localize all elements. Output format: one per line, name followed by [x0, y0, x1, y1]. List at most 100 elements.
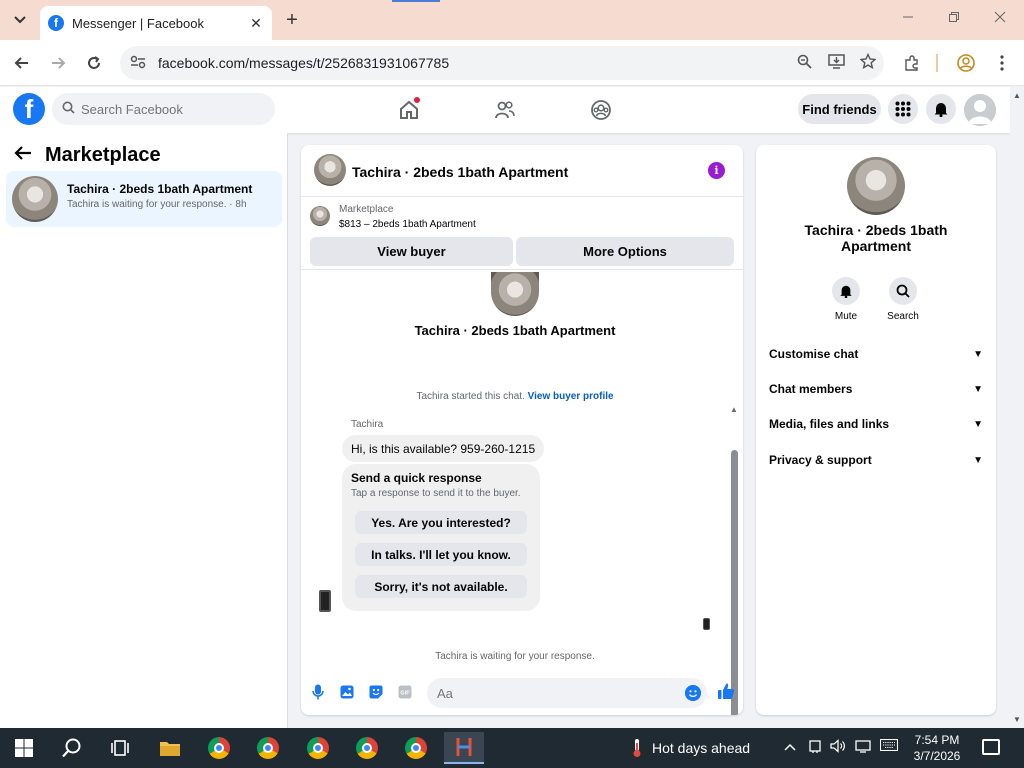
taskbar-clock[interactable]: 7:54 PM 3/7/2026 [904, 732, 970, 764]
browser-menu-icon[interactable] [990, 52, 1014, 74]
mute-button[interactable]: Mute [821, 277, 871, 322]
conversation-item[interactable]: Tachira · 2beds 1bath Apartment Tachira … [6, 171, 282, 227]
chat-header-name[interactable]: Tachira · 2beds 1bath Apartment [352, 164, 568, 180]
chevron-down-icon: ▼ [973, 454, 983, 466]
new-tab-button[interactable]: + [280, 8, 304, 32]
search-icon [62, 738, 81, 758]
install-app-icon[interactable] [820, 53, 852, 73]
back-button[interactable] [11, 52, 33, 74]
chat-header-avatar[interactable] [314, 154, 346, 186]
chevron-down-icon: ▼ [973, 348, 983, 360]
scroll-up-arrow-icon[interactable]: ▲ [1013, 91, 1021, 100]
network-adapter-icon[interactable] [808, 739, 822, 756]
view-buyer-profile-link[interactable]: View buyer profile [528, 391, 614, 402]
thumbs-up-icon[interactable] [717, 682, 735, 700]
tab-close-icon[interactable]: ✕ [248, 15, 264, 32]
chrome-taskbar-button-4[interactable] [347, 732, 387, 764]
weather-widget[interactable]: Hot days ahead [630, 738, 750, 758]
wifi-network-icon[interactable] [855, 739, 871, 756]
notification-center-icon[interactable] [982, 739, 1000, 755]
chat-members-section[interactable]: Chat members ▼ [769, 377, 983, 401]
taskbar-search-button[interactable] [52, 732, 92, 764]
scroll-up-arrow-icon[interactable]: ▲ [730, 405, 738, 414]
message-input-box[interactable] [427, 678, 707, 708]
quick-response-title: Send a quick response [351, 471, 482, 485]
sticker-icon[interactable] [368, 684, 384, 700]
windows-taskbar: Hot days ahead 7:54 PM 3/7/2026 [0, 728, 1024, 768]
notifications-button[interactable] [926, 94, 956, 124]
address-bar[interactable]: facebook.com/messages/t/2526831931067785 [120, 46, 884, 80]
mute-label: Mute [834, 311, 858, 322]
search-label: Search [887, 311, 919, 322]
nav-home[interactable] [396, 97, 422, 123]
back-arrow-icon[interactable] [14, 145, 32, 166]
browser-toolbar: facebook.com/messages/t/2526831931067785 [0, 40, 1024, 86]
more-options-button[interactable]: More Options [516, 237, 734, 266]
scroll-down-arrow-icon[interactable]: ▼ [1013, 715, 1021, 724]
search-conversation-button[interactable]: Search [878, 277, 928, 322]
clock-time: 7:54 PM [914, 733, 960, 747]
chevron-down-icon: ▼ [973, 383, 983, 395]
media-files-links-section[interactable]: Media, files and links ▼ [769, 412, 983, 436]
account-avatar[interactable] [964, 94, 996, 126]
conversation-list-panel: Marketplace Tachira · 2beds 1bath Apartm… [0, 133, 288, 728]
restore-icon[interactable] [944, 10, 964, 26]
extensions-icon[interactable] [900, 52, 924, 74]
site-info-icon[interactable] [130, 55, 150, 72]
quick-response-button[interactable]: Yes. Are you interested? [355, 511, 527, 534]
zoom-icon[interactable] [788, 54, 820, 73]
chrome-taskbar-button-1[interactable] [199, 732, 239, 764]
facebook-search-box[interactable] [52, 93, 275, 125]
windows-logo-icon [15, 739, 33, 757]
emoji-icon[interactable] [685, 685, 701, 701]
show-hidden-icons-icon[interactable] [784, 739, 796, 754]
groups-icon [591, 100, 611, 120]
view-buyer-button[interactable]: View buyer [310, 237, 513, 266]
find-friends-button[interactable]: Find friends [798, 94, 881, 124]
active-app-button[interactable] [444, 732, 484, 764]
task-view-icon [111, 740, 129, 756]
menu-grid-button[interactable] [888, 94, 918, 124]
window-close-icon[interactable] [990, 10, 1010, 26]
volume-icon[interactable] [830, 739, 846, 756]
task-view-button[interactable] [100, 732, 140, 764]
section-label: Privacy & support [769, 453, 872, 467]
profile-icon[interactable] [954, 52, 978, 74]
facebook-logo-icon[interactable]: f [13, 93, 45, 125]
message-bubble: Hi, is this available? 959-260-1215 [342, 435, 545, 462]
user-silhouette-icon [964, 94, 996, 126]
info-icon[interactable]: i [708, 162, 725, 179]
nav-groups[interactable] [588, 97, 614, 123]
keyboard-icon[interactable] [879, 738, 899, 754]
photo-icon[interactable] [339, 684, 355, 700]
page-scrollbar[interactable]: ▲ ▼ [1010, 87, 1024, 728]
details-avatar [847, 157, 905, 215]
quick-response-subtitle: Tap a response to send it to the buyer. [351, 488, 521, 499]
chrome-taskbar-button-5[interactable] [396, 732, 436, 764]
facebook-search-input[interactable] [81, 101, 251, 117]
thread-name: Tachira · 2beds 1bath Apartment [414, 323, 616, 338]
quick-response-button[interactable]: Sorry, it's not available. [355, 575, 527, 598]
chat-started-text: Tachira started this chat. [416, 391, 525, 402]
chrome-taskbar-button-2[interactable] [248, 732, 288, 764]
microphone-icon[interactable] [310, 684, 326, 700]
reload-button[interactable] [83, 52, 105, 74]
browser-tab[interactable]: f Messenger | Facebook ✕ [40, 6, 272, 40]
nav-friends[interactable] [492, 97, 518, 123]
file-explorer-button[interactable] [150, 732, 190, 764]
customise-chat-section[interactable]: Customise chat ▼ [769, 342, 983, 366]
start-button[interactable] [4, 732, 44, 764]
section-label: Customise chat [769, 347, 859, 361]
facebook-header: f Find friends [0, 87, 1010, 133]
forward-button[interactable] [47, 52, 69, 74]
quick-response-button[interactable]: In talks. I'll let you know. [355, 543, 527, 566]
message-input[interactable] [437, 685, 677, 701]
privacy-support-section[interactable]: Privacy & support ▼ [769, 448, 983, 472]
gif-icon[interactable]: GIF [397, 684, 413, 700]
tab-search-dropdown[interactable] [8, 8, 32, 32]
chrome-taskbar-button-3[interactable] [298, 732, 338, 764]
folder-icon [160, 742, 180, 756]
minimize-icon[interactable] [898, 10, 918, 26]
bookmark-star-icon[interactable] [852, 52, 884, 73]
chrome-icon [405, 737, 427, 759]
